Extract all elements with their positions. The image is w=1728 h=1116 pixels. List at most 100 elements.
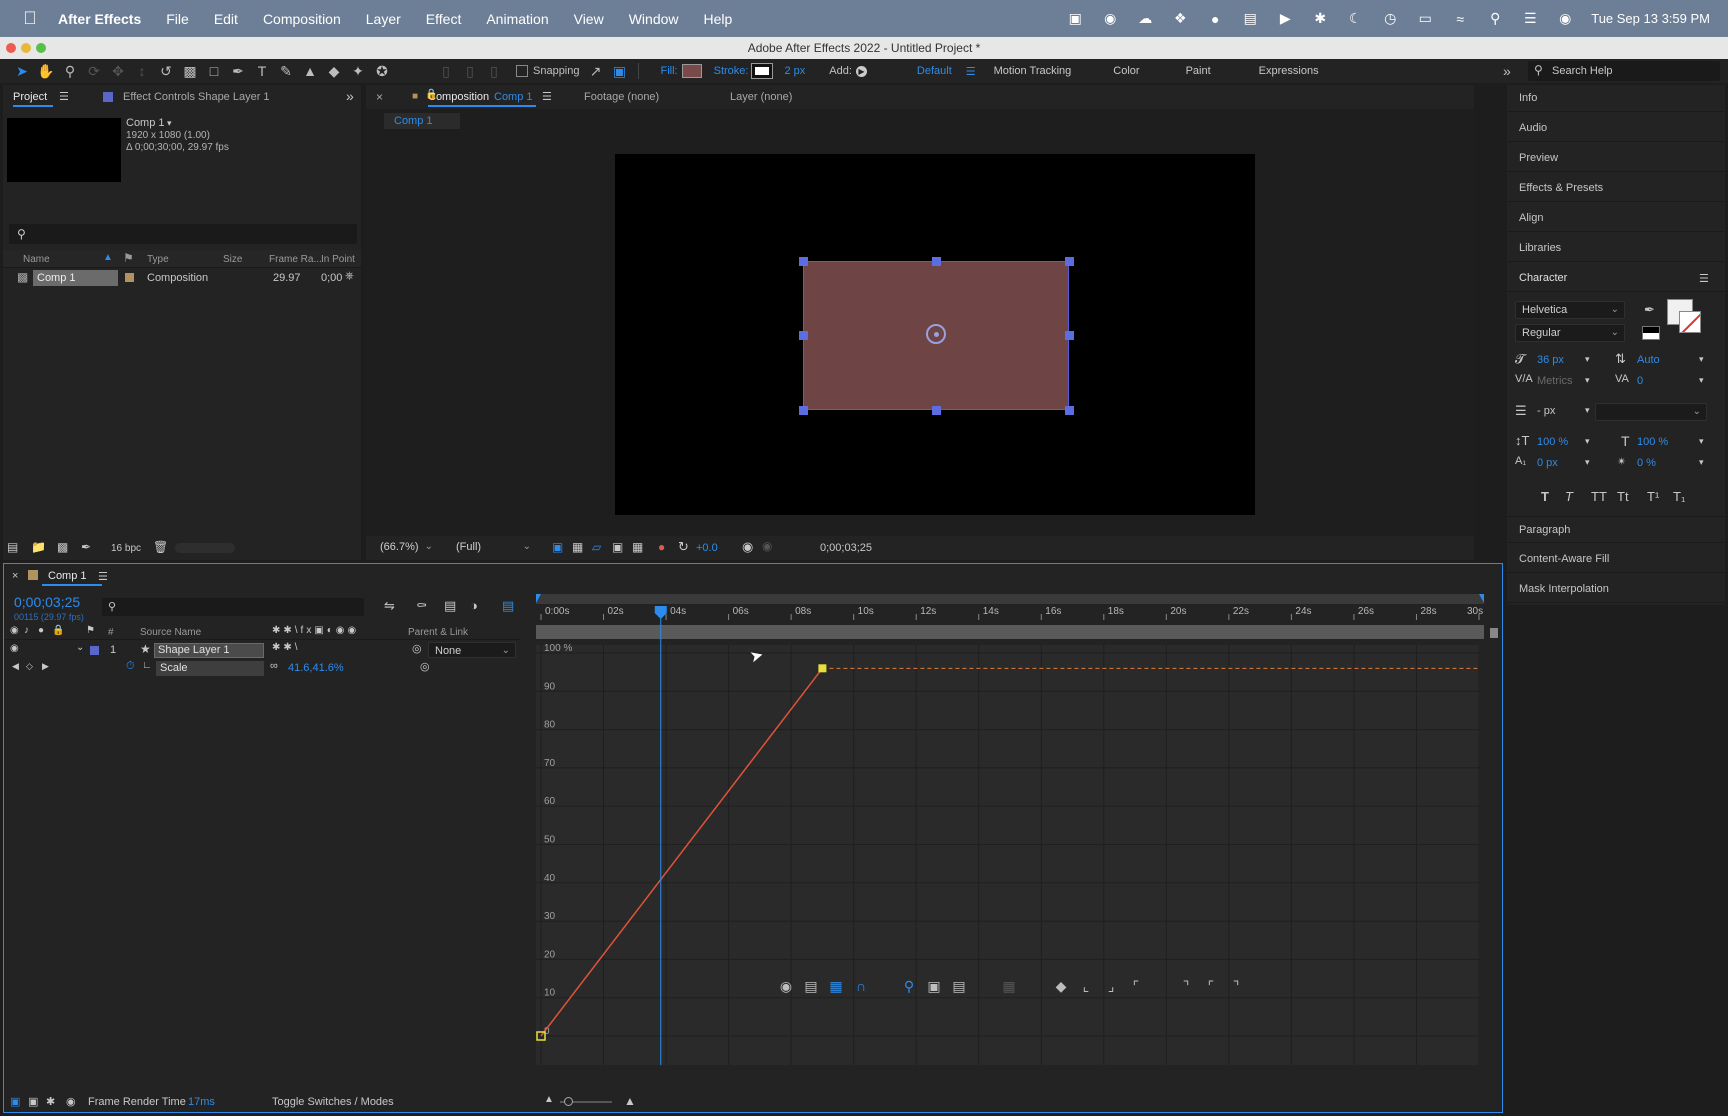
layer-name[interactable]: Shape Layer 1 <box>158 644 230 656</box>
add-keyframe-icon[interactable]: ◇ <box>26 661 33 672</box>
comp-tab-menu-icon[interactable]: ☰ <box>542 90 552 103</box>
axis-world-icon[interactable]: ▯ <box>458 59 482 83</box>
col-size[interactable]: Size <box>223 254 242 265</box>
eyedropper-icon[interactable]: ✒ <box>1644 302 1655 318</box>
interpret-footage-icon[interactable]: ▤ <box>7 540 18 554</box>
col-name[interactable]: Name <box>23 254 50 265</box>
graph-separate-dimensions-icon[interactable]: ▤ <box>948 976 970 996</box>
graph-fit-selection-icon[interactable]: ⚲ <box>898 976 920 996</box>
creative-cloud-icon[interactable]: ☁ <box>1136 10 1154 27</box>
handle-mr[interactable] <box>1065 331 1074 340</box>
pan-tool-icon[interactable]: ✥ <box>106 59 130 83</box>
menu-animation[interactable]: Animation <box>486 11 548 27</box>
fill-swatch[interactable] <box>681 64 702 78</box>
trash-icon[interactable]: 🗑 <box>153 540 168 554</box>
all-caps-button[interactable]: TT <box>1591 489 1607 504</box>
menu-window[interactable]: Window <box>629 11 679 27</box>
layer-label-color[interactable] <box>90 646 99 655</box>
vertical-scale-chevron-icon[interactable]: ▾ <box>1585 436 1590 447</box>
panel-character-title[interactable]: Character <box>1507 265 1725 292</box>
zoom-window-button[interactable] <box>36 43 46 53</box>
next-keyframe-icon[interactable]: ▶ <box>42 661 49 672</box>
close-window-button[interactable] <box>6 43 16 53</box>
graph-auto-bezier-icon[interactable]: ⌟ <box>1100 976 1122 996</box>
layer-visibility-icon[interactable]: ◉ <box>10 643 19 654</box>
graph-transform-box-icon[interactable]: ▦ <box>825 976 847 996</box>
anchor-point-icon[interactable] <box>926 324 946 344</box>
exposure-value[interactable]: +0.0 <box>696 542 718 554</box>
add-button-icon[interactable]: ▶ <box>855 65 867 77</box>
timeline-tab-close-icon[interactable]: × <box>12 570 18 582</box>
workspace-default[interactable]: Default <box>917 65 952 77</box>
resolution-dropdown[interactable]: (Full) ⌄ <box>450 539 536 557</box>
stroke-label[interactable]: Stroke: <box>714 65 749 77</box>
col-source-name[interactable]: Source Name <box>140 627 201 638</box>
toggle-switches-modes[interactable]: Toggle Switches / Modes <box>272 1096 394 1108</box>
stroke-swatch[interactable] <box>751 63 774 79</box>
stroke-width[interactable]: 2 px <box>784 65 805 77</box>
col-parent-link[interactable]: Parent & Link <box>408 627 468 638</box>
leading-value[interactable]: Auto <box>1637 354 1660 366</box>
constrain-proportions-icon[interactable]: ∞ <box>270 660 278 672</box>
graph-hold-icon[interactable]: ◆ <box>1050 976 1072 996</box>
region-of-interest-icon[interactable]: ▣ <box>612 540 623 554</box>
battery-icon[interactable]: ▭ <box>1416 10 1434 27</box>
small-caps-button[interactable]: Tt <box>1617 489 1629 504</box>
add-label[interactable]: Add: <box>829 65 852 77</box>
bpc-button[interactable]: 16 bpc <box>111 543 141 554</box>
character-menu-icon[interactable]: ☰ <box>1699 272 1709 285</box>
motion-blur-icon[interactable]: ▤ <box>502 598 514 614</box>
handle-bm[interactable] <box>932 406 941 415</box>
handle-br[interactable] <box>1065 406 1074 415</box>
graph-linear-icon[interactable]: ⌞ <box>1075 976 1097 996</box>
baseline-value[interactable]: 0 px <box>1537 457 1558 469</box>
tracking-chevron-icon[interactable]: ▾ <box>1699 375 1704 386</box>
leading-chevron-icon[interactable]: ▾ <box>1699 354 1704 365</box>
tab-effect-controls[interactable]: Effect Controls Shape Layer 1 <box>123 85 270 109</box>
panel-expand-icon[interactable]: » <box>346 88 354 104</box>
parent-dropdown[interactable]: None ⌄ <box>428 642 516 658</box>
reset-exposure-icon[interactable]: ↻ <box>678 539 689 555</box>
grid-guides-icon[interactable]: ▦ <box>632 540 643 554</box>
bluetooth-icon[interactable]: ✱ <box>1311 10 1329 27</box>
layer-row-shape1[interactable]: ◉ ⌄ 1 ★ Shape Layer 1 ✱✱\ ◎ None ⌄ <box>4 642 520 659</box>
stopwatch-icon[interactable]: ⏱ <box>126 660 135 673</box>
selection-tool-icon[interactable]: ➤ <box>10 59 34 83</box>
graph-convert-icon[interactable]: ⌝ <box>1225 976 1247 996</box>
tracking-value[interactable]: 0 <box>1637 375 1643 387</box>
channels-icon[interactable]: ● <box>658 540 665 554</box>
menu-composition[interactable]: Composition <box>263 11 341 27</box>
zoom-tool-icon[interactable]: ⚲ <box>58 59 82 83</box>
breadcrumb-comp1[interactable]: Comp 1 <box>394 115 433 127</box>
new-folder-icon[interactable]: 📁 <box>31 540 46 554</box>
horizontal-scale-chevron-icon[interactable]: ▾ <box>1699 436 1704 447</box>
tsume-chevron-icon[interactable]: ▾ <box>1699 457 1704 468</box>
tab-footage[interactable]: Footage (none) <box>584 85 659 109</box>
handle-tl[interactable] <box>799 257 808 266</box>
control-center-icon[interactable]: ☰ <box>1521 10 1539 27</box>
snap-feature-icon[interactable]: ▣ <box>608 59 632 83</box>
panel-content-aware-fill[interactable]: Content-Aware Fill <box>1507 546 1725 573</box>
col-in-point[interactable]: In Point <box>321 254 355 265</box>
baseline-chevron-icon[interactable]: ▾ <box>1585 457 1590 468</box>
graph-edit-keyframes-icon[interactable]: ▦ <box>998 976 1020 996</box>
project-search-box[interactable]: ⚲ <box>9 224 357 244</box>
kerning-value[interactable]: Metrics <box>1537 375 1572 387</box>
panel-align[interactable]: Align <box>1507 205 1725 232</box>
zoom-dropdown[interactable]: (66.7%) ⌄ <box>374 539 438 557</box>
rotate-tool-icon[interactable]: ↺ <box>154 59 178 83</box>
project-scrollbar[interactable] <box>175 543 235 553</box>
snapshot-icon[interactable]: ◉ <box>742 539 753 555</box>
workspace-color[interactable]: Color <box>1113 65 1139 77</box>
zoom-out-icon[interactable]: ▲ <box>544 1094 554 1105</box>
pen-tool-icon[interactable]: ✒ <box>226 59 250 83</box>
zoom-slider[interactable] <box>560 1097 612 1106</box>
graph-ease-in-icon[interactable]: ⌝ <box>1175 976 1197 996</box>
pan-behind-tool-icon[interactable]: ▩ <box>178 59 202 83</box>
font-size-chevron-icon[interactable]: ▾ <box>1585 354 1590 365</box>
hand-tool-icon[interactable]: ✋ <box>34 59 58 83</box>
faux-bold-button[interactable]: T <box>1541 489 1549 504</box>
clone-stamp-tool-icon[interactable]: ▲ <box>298 59 322 83</box>
search-icon[interactable]: ⚲ <box>1486 10 1504 27</box>
grammarly-icon[interactable]: ◉ <box>1101 10 1119 27</box>
